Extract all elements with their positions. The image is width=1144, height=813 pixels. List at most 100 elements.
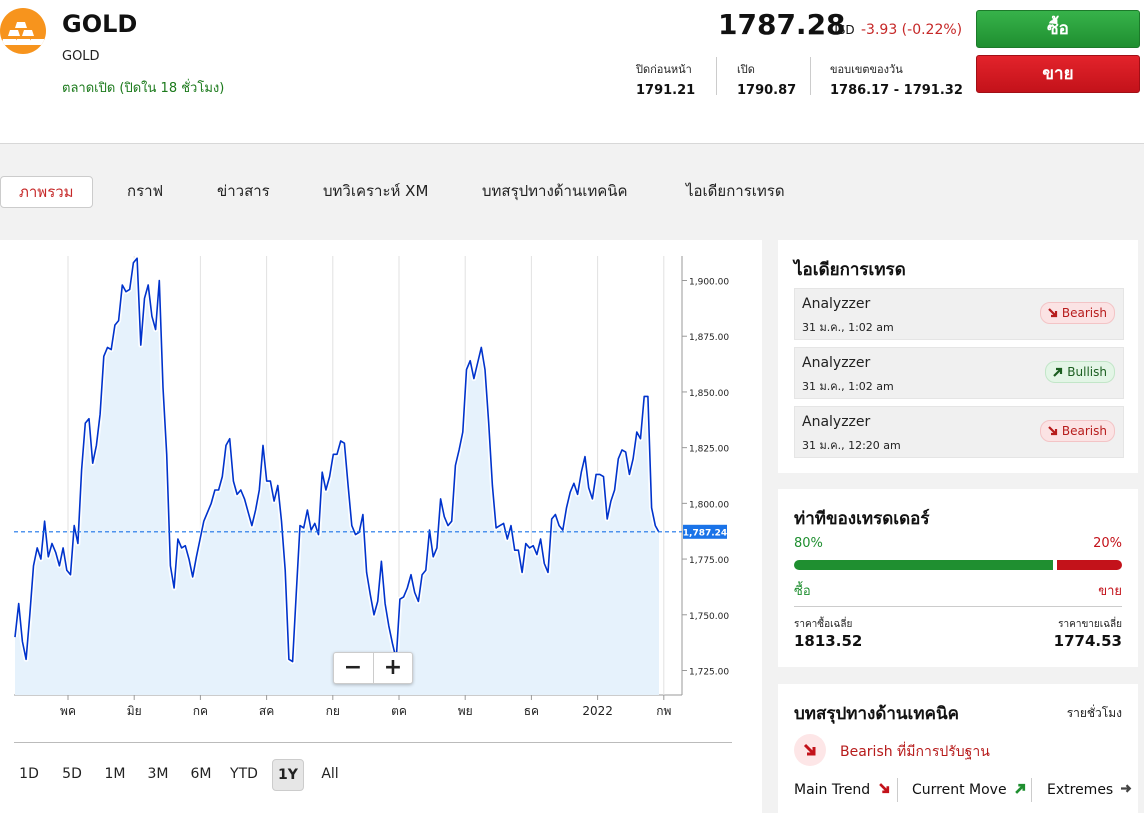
idea-time: 31 ม.ค., 12:20 am xyxy=(802,439,901,452)
x-tick-label: มิย xyxy=(127,704,142,718)
stat-value: 1790.87 xyxy=(737,83,797,98)
trade-idea-item[interactable]: Analyzzer 31 ม.ค., 1:02 am Bullish xyxy=(794,347,1124,399)
metric-label: Current Move xyxy=(912,782,1007,798)
tab-technical-summary[interactable]: บทสรุปทางด้านเทคนิค xyxy=(482,176,628,206)
range-all-button[interactable]: All xyxy=(315,758,345,790)
range-5d-button[interactable]: 5D xyxy=(57,758,87,790)
divider xyxy=(897,778,898,802)
arrow-right-icon xyxy=(1120,784,1132,793)
bearish-badge: Bearish xyxy=(1039,420,1115,442)
range-ytd-button[interactable]: YTD xyxy=(227,758,261,790)
y-tick-label: 1,900.00 xyxy=(689,278,729,288)
arrow-down-right-icon xyxy=(1048,426,1058,436)
gold-bars-icon xyxy=(0,8,46,54)
y-tick-label: 1,875.00 xyxy=(689,333,729,343)
sentiment-bar xyxy=(794,560,1122,570)
zoom-controls: − + xyxy=(333,652,413,684)
y-tick-label: 1,775.00 xyxy=(689,556,729,566)
stat-label: เปิด xyxy=(737,63,755,76)
zoom-in-button[interactable]: + xyxy=(373,653,412,683)
instrument-header: GOLD GOLD ตลาดเปิด (ปิดใน 18 ชั่วโมง) 17… xyxy=(0,0,1144,144)
x-tick-label: กค xyxy=(193,704,208,718)
stat-value: 1786.17 - 1791.32 xyxy=(830,83,963,98)
tab-overview[interactable]: ภาพรวม xyxy=(0,176,93,208)
avg-buy-price: 1813.52 xyxy=(794,632,863,650)
idea-author: Analyzzer xyxy=(802,355,871,371)
bullish-badge: Bullish xyxy=(1045,361,1115,383)
metric-label: Extremes xyxy=(1047,782,1114,798)
buy-label: ซื้อ xyxy=(794,584,811,599)
range-3m-button[interactable]: 3M xyxy=(143,758,173,790)
range-1m-button[interactable]: 1M xyxy=(100,758,130,790)
metric-label: Main Trend xyxy=(794,782,871,798)
x-tick-label: ธค xyxy=(524,704,539,718)
sentiment-title: ท่าทีของเทรดเดอร์ xyxy=(794,509,930,529)
avg-sell-price: 1774.53 xyxy=(1053,632,1122,650)
buy-button[interactable]: ซื้อ xyxy=(976,10,1140,48)
y-tick-label: 1,800.00 xyxy=(689,500,729,510)
x-tick-label: กพ xyxy=(656,704,671,718)
tab-bar: ภาพรวม กราฟ ข่าวสาร บทวิเคราะห์ XM บทสรุ… xyxy=(0,144,1144,240)
divider xyxy=(716,57,717,95)
sell-percent: 20% xyxy=(1093,536,1122,551)
trade-idea-item[interactable]: Analyzzer 31 ม.ค., 12:20 am Bearish xyxy=(794,406,1124,458)
extremes-link[interactable]: Extremes xyxy=(1047,782,1132,798)
x-tick-label: สค xyxy=(259,704,274,718)
stat-label: ปิดก่อนหน้า xyxy=(636,63,692,76)
technical-summary-text: Bearish ที่มีการปรับฐาน xyxy=(840,744,990,760)
current-price: 1787.28 xyxy=(718,8,846,41)
technical-timeframe[interactable]: รายชั่วโมง xyxy=(1067,704,1122,723)
avg-buy-label: ราคาซื้อเฉลี่ย xyxy=(794,619,853,630)
trader-sentiment-card: ท่าทีของเทรดเดอร์ 80% 20% ซื้อ ขาย ราคาซ… xyxy=(778,489,1138,667)
y-tick-label: 1,750.00 xyxy=(689,612,729,622)
main-trend-link[interactable]: Main Trend xyxy=(794,782,890,798)
arrow-down-right-icon xyxy=(878,783,889,794)
x-tick-label: พย xyxy=(458,704,473,718)
arrow-up-right-icon xyxy=(1053,367,1063,377)
y-tick-label: 1,825.00 xyxy=(689,445,729,455)
idea-author: Analyzzer xyxy=(802,296,871,312)
trade-idea-item[interactable]: Analyzzer 31 ม.ค., 1:02 am Bearish xyxy=(794,288,1124,340)
stat-open: เปิด 1790.87 xyxy=(737,60,796,98)
tab-news[interactable]: ข่าวสาร xyxy=(217,176,270,206)
y-tick-label: 1,725.00 xyxy=(689,667,729,677)
arrow-up-right-icon xyxy=(1015,783,1026,794)
avg-sell-label: ราคาขายเฉลี่ย xyxy=(1058,619,1122,630)
badge-label: Bullish xyxy=(1067,365,1107,379)
divider xyxy=(794,606,1122,607)
technical-summary-card: บทสรุปทางด้านเทคนิค รายชั่วโมง Bearish ท… xyxy=(778,684,1138,813)
current-price-label: 1,787.24 xyxy=(683,528,727,538)
bearish-indicator-icon xyxy=(794,734,826,766)
x-tick-label: 2022 xyxy=(582,704,613,718)
idea-time: 31 ม.ค., 1:02 am xyxy=(802,321,894,334)
sell-label: ขาย xyxy=(1098,584,1122,599)
instrument-symbol: GOLD xyxy=(62,10,138,38)
stat-day-range: ขอบเขตของวัน 1786.17 - 1791.32 xyxy=(830,60,963,98)
price-currency: USD xyxy=(829,23,855,37)
zoom-out-button[interactable]: − xyxy=(334,653,372,683)
technical-title: บทสรุปทางด้านเทคนิค xyxy=(794,704,959,724)
divider xyxy=(810,57,811,95)
price-chart[interactable]: พค มิย กค สค กย ตค พย ธค 2022 กพ 1,725.00 1,750.00 1… xyxy=(0,240,748,720)
x-tick-label: พค xyxy=(60,704,76,718)
tab-xm-analysis[interactable]: บทวิเคราะห์ XM xyxy=(323,176,428,206)
range-divider xyxy=(14,742,732,743)
tab-trade-ideas[interactable]: ไอเดียการเทรด xyxy=(686,176,785,206)
range-6m-button[interactable]: 6M xyxy=(186,758,216,790)
divider xyxy=(1031,778,1032,802)
bearish-badge: Bearish xyxy=(1039,302,1115,324)
current-move-link[interactable]: Current Move xyxy=(912,782,1026,798)
stat-value: 1791.21 xyxy=(636,83,696,98)
sentiment-buy-fill xyxy=(794,560,1053,570)
badge-label: Bearish xyxy=(1061,306,1107,320)
y-tick-label: 1,850.00 xyxy=(689,389,729,399)
range-1d-button[interactable]: 1D xyxy=(14,758,44,790)
tab-chart[interactable]: กราฟ xyxy=(127,176,163,206)
range-1y-button[interactable]: 1Y xyxy=(272,759,304,791)
price-change: -3.93 (-0.22%) xyxy=(861,22,963,38)
x-tick-label: ตค xyxy=(391,704,407,718)
instrument-subtitle: GOLD xyxy=(62,49,100,64)
trade-ideas-title: ไอเดียการเทรด xyxy=(794,260,906,280)
sell-button[interactable]: ขาย xyxy=(976,55,1140,93)
stat-label: ขอบเขตของวัน xyxy=(830,63,903,76)
